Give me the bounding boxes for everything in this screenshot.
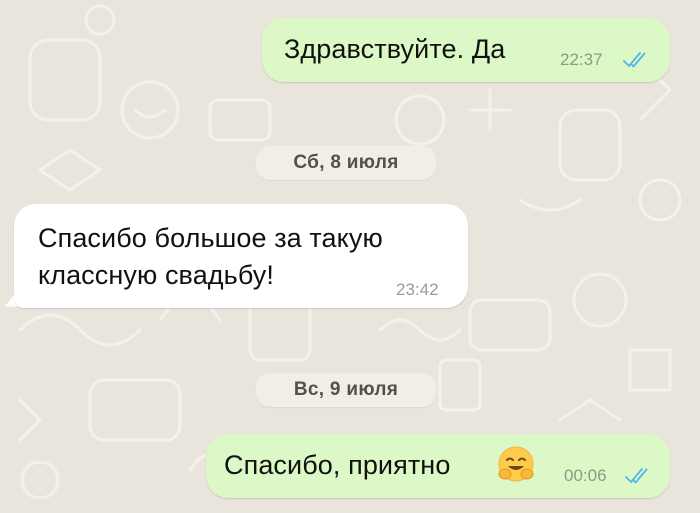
incoming-message[interactable]: Спасибо большое за такую классную свадьб… xyxy=(14,204,468,308)
hugging-face-emoji xyxy=(498,446,534,482)
outgoing-message[interactable]: Спасибо, приятно 00:06 xyxy=(206,434,670,498)
double-check-read-icon xyxy=(625,468,648,484)
message-text-line: Спасибо большое за такую xyxy=(38,223,383,253)
date-separator: Сб, 8 июля xyxy=(256,146,436,180)
message-time: 00:06 xyxy=(564,466,607,485)
message-text: Здравствуйте. Да xyxy=(284,34,506,64)
outgoing-message[interactable]: Здравствуйте. Да 22:37 xyxy=(262,18,670,82)
message-time: 22:37 xyxy=(560,50,603,69)
date-separator: Вс, 9 июля xyxy=(256,373,436,407)
message-text-line: классную свадьбу! xyxy=(38,260,274,290)
double-check-read-icon xyxy=(623,52,646,68)
message-text: Спасибо, приятно xyxy=(224,450,451,480)
message-time: 23:42 xyxy=(396,280,439,299)
